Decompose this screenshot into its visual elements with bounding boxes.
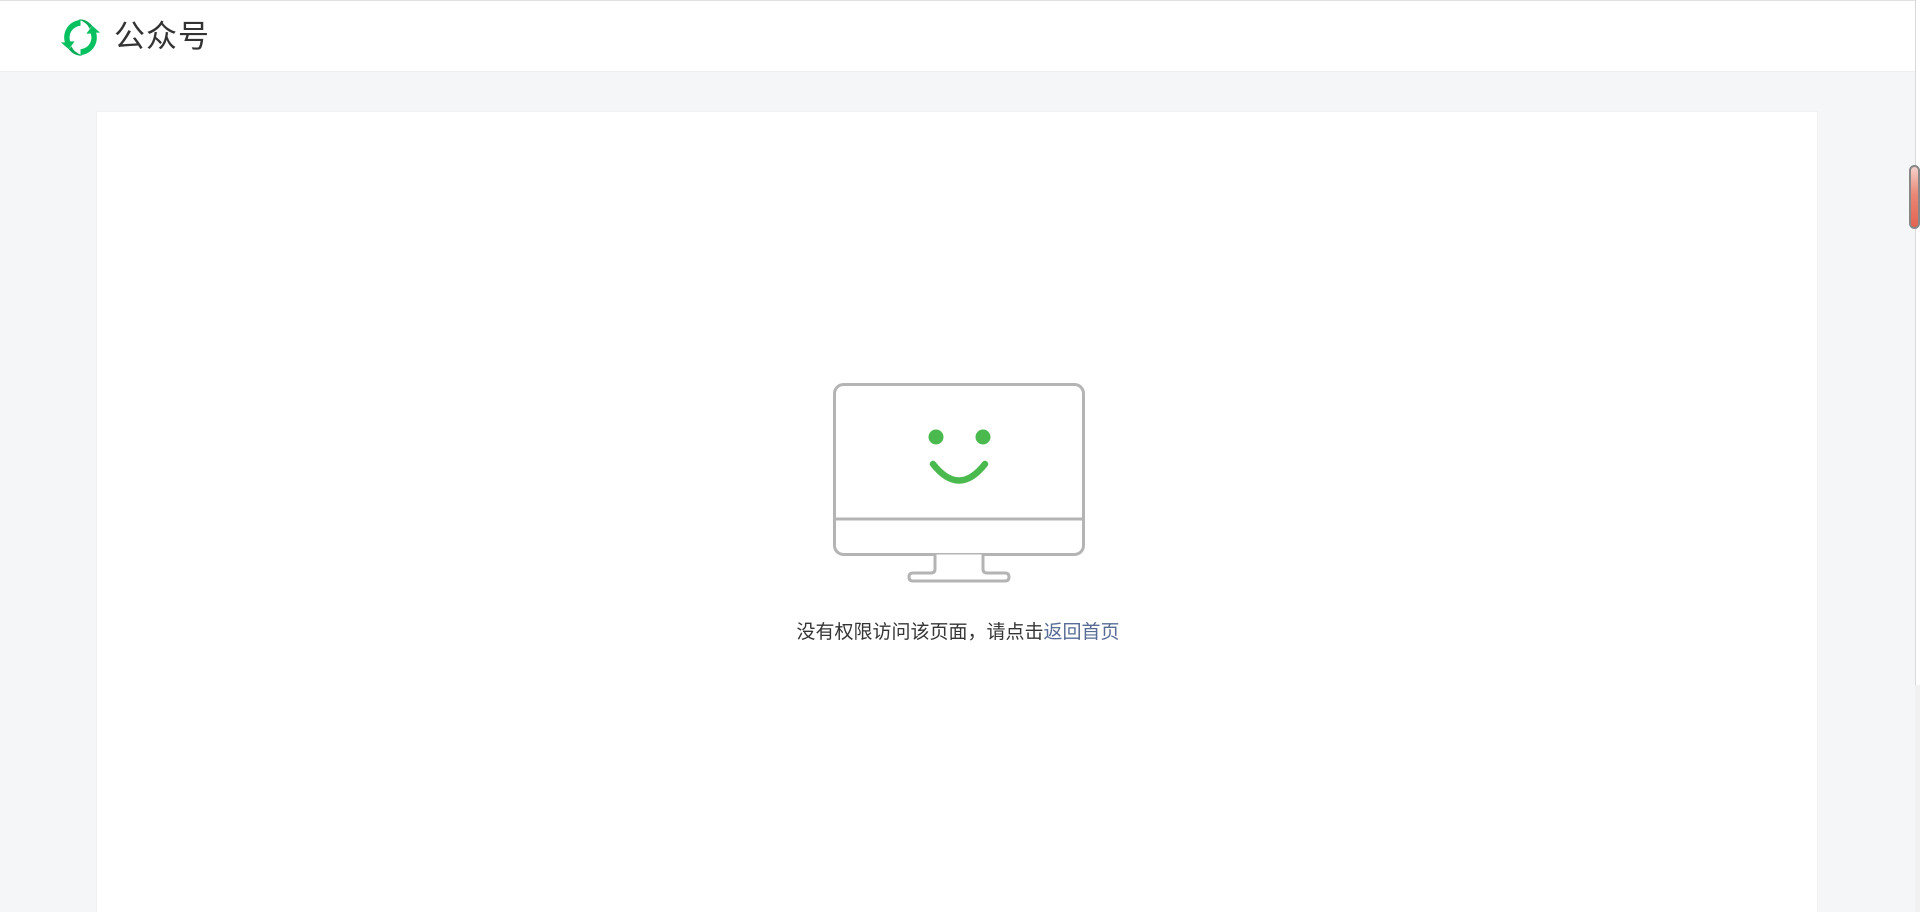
brand-name: 公众号 <box>114 19 210 55</box>
smiling-monitor-icon <box>833 383 1085 583</box>
page: 公众号 没有权限访问该页面，请点击返回首页 <box>0 0 1920 912</box>
permission-denied-message: 没有权限访问该页面，请点击返回首页 <box>97 618 1819 646</box>
vertical-scrollbar[interactable] <box>1909 0 1920 912</box>
error-card: 没有权限访问该页面，请点击返回首页 <box>96 111 1818 912</box>
brand-home-link[interactable]: 公众号 <box>59 15 210 59</box>
scrollbar-thumb[interactable] <box>1909 165 1920 229</box>
message-text: 没有权限访问该页面，请点击 <box>796 621 1044 643</box>
scrollbar-track[interactable] <box>1915 0 1920 685</box>
wechat-official-account-logo-icon <box>60 18 101 56</box>
back-home-link[interactable]: 返回首页 <box>1044 621 1120 643</box>
top-header: 公众号 <box>0 1 1915 72</box>
